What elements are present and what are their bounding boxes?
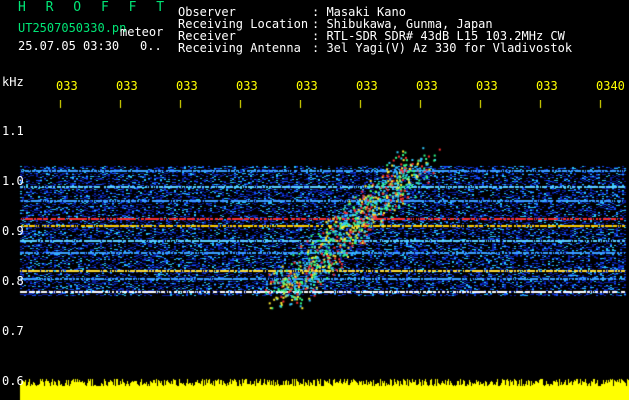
- spectrogram-canvas: [0, 100, 629, 400]
- time-tick: 033: [416, 79, 438, 93]
- app-title: H R O F F T: [18, 0, 171, 15]
- time-tick: 033: [236, 79, 258, 93]
- meteor-counter: 0..: [140, 39, 162, 53]
- y-tick-label: 0.8: [2, 274, 24, 288]
- time-tick: 033: [296, 79, 318, 93]
- timestamp: 25.07.05 03:30: [18, 39, 120, 53]
- time-tick: 033: [176, 79, 198, 93]
- y-tick-label: 1.1: [2, 124, 24, 138]
- time-tick: 033: [356, 79, 378, 93]
- y-tick-label: 0.9: [2, 224, 24, 238]
- y-tick-label: 1.0: [2, 174, 24, 188]
- y-axis-unit: kHz: [2, 75, 24, 89]
- meteor-label: meteor: [120, 25, 164, 39]
- y-tick-label: 0.7: [2, 324, 24, 338]
- time-tick: 0340: [596, 79, 625, 93]
- y-tick-label: 0.6: [2, 374, 24, 388]
- antenna-value: : 3el Yagi(V) Az 330 for Vladivostok: [312, 41, 573, 55]
- time-tick: 033: [476, 79, 498, 93]
- time-tick: 033: [116, 79, 138, 93]
- meteor-spectrogram-window: { "header": { "title": "H R O F F T", "f…: [0, 0, 629, 400]
- time-tick: 033: [56, 79, 78, 93]
- time-tick: 033: [536, 79, 558, 93]
- antenna-key: Receiving Antenna: [178, 41, 301, 55]
- file-name: UT2507050330.pn: [18, 21, 127, 35]
